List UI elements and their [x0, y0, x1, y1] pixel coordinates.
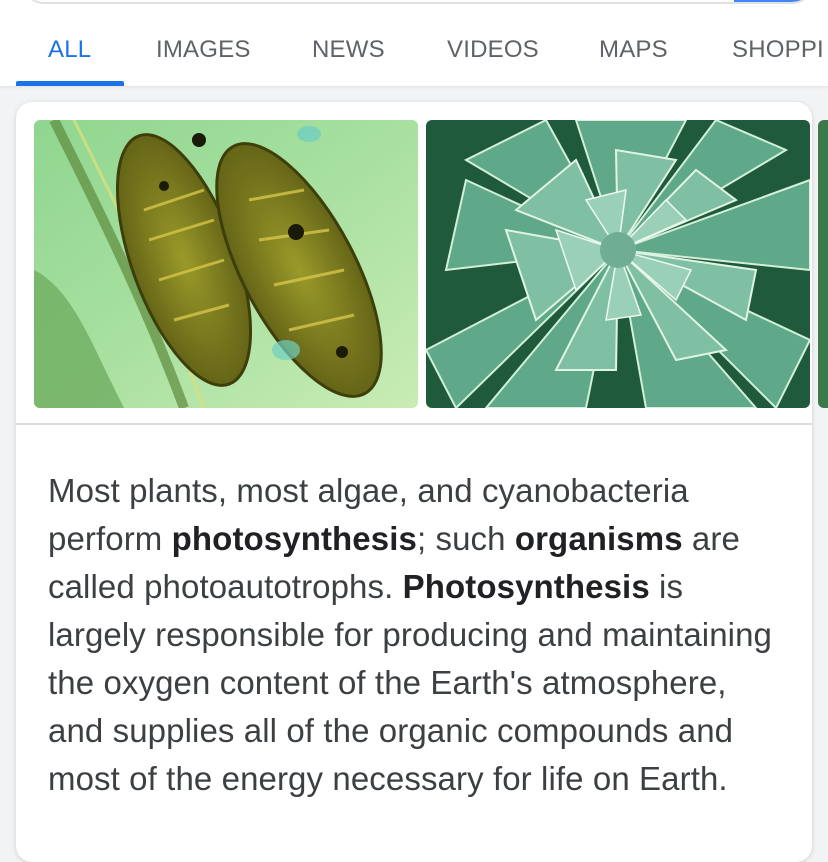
knowledge-card: Most plants, most algae, and cyanobacter… [16, 102, 828, 862]
snippet-text-2: ; such [416, 520, 515, 557]
tab-news[interactable]: NEWS [312, 36, 385, 64]
image-succulent[interactable] [426, 120, 810, 408]
tab-all[interactable]: ALL [48, 36, 91, 64]
divider [16, 423, 812, 425]
image-partial[interactable] [818, 120, 828, 408]
snippet-bold-3: Photosynthesis [402, 568, 650, 605]
tab-maps[interactable]: MAPS [599, 36, 668, 64]
tab-shopping[interactable]: SHOPPI [732, 36, 824, 64]
snippet-bold-1: photosynthesis [171, 520, 417, 557]
top-bar: ALL IMAGES NEWS VIDEOS MAPS SHOPPI [0, 0, 828, 86]
description-snippet: Most plants, most algae, and cyanobacter… [48, 467, 788, 803]
snippet-bold-2: organisms [514, 520, 683, 557]
search-button[interactable] [734, 0, 812, 2]
tab-videos[interactable]: VIDEOS [447, 36, 539, 64]
image-chloroplast[interactable] [34, 120, 418, 408]
tab-images[interactable]: IMAGES [156, 36, 251, 64]
search-tabs: ALL IMAGES NEWS VIDEOS MAPS SHOPPI [0, 28, 828, 86]
active-tab-indicator [16, 81, 124, 86]
search-input[interactable] [22, 0, 814, 4]
